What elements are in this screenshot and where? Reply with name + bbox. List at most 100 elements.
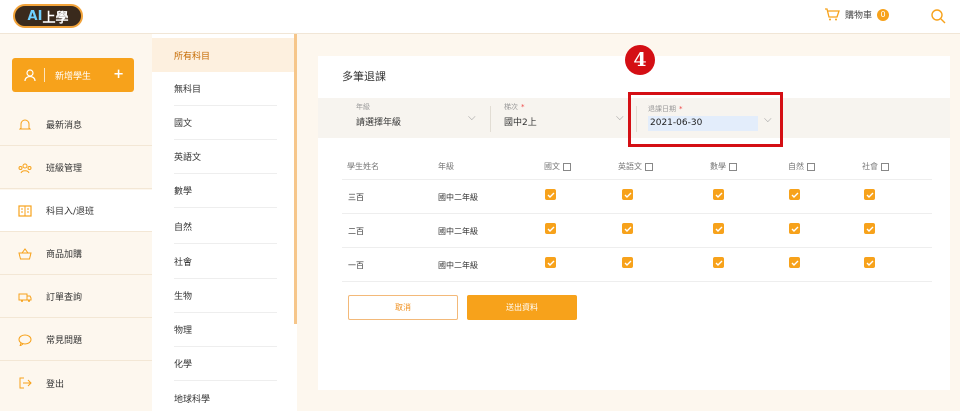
subject-item[interactable]: 社會 [174,245,277,279]
subject-item[interactable]: 數學 [174,174,277,208]
select-all-checkbox[interactable] [563,162,571,171]
logo-ai-text: AI [27,8,43,24]
sidebar-item-label: 常見問題 [46,336,83,346]
chevron-down-icon: ⌵ [616,112,624,123]
highlight-box [628,92,783,147]
table-header: 學生姓名 年級 國文 英語文 數學 自然 社會 [342,154,932,180]
student-grade: 國中二年級 [438,227,478,236]
plus-icon: + [113,67,124,82]
add-student-label: 新增學生 [55,71,92,82]
cart-label: 購物車 [845,11,873,21]
chat-icon [18,333,32,347]
column-header: 學生姓名 [347,162,379,171]
column-header-chinese[interactable]: 國文 [544,161,571,172]
student-name: 二百 [348,227,364,236]
cancel-button[interactable]: 取消 [348,295,458,320]
subject-item[interactable]: 化學 [174,347,277,381]
table-row: 三百 國中二年級 [342,180,932,214]
subject-item[interactable]: 自然 [174,210,277,244]
cart-icon [825,8,840,21]
search-icon [931,9,946,24]
checkbox-checked[interactable] [864,257,875,268]
bell-icon [18,118,32,132]
search-button[interactable] [930,8,946,24]
checkbox-checked[interactable] [713,223,724,234]
sidebar-item-label: 商品加購 [46,250,83,260]
sidebar-item-label: 登出 [46,379,65,390]
page-title: 多筆退課 [342,70,386,83]
chevron-down-icon: ⌵ [468,112,476,123]
subject-item[interactable]: 生物 [174,279,277,313]
divider [44,68,45,82]
subject-item[interactable]: 物理 [174,313,277,347]
checkbox-checked[interactable] [622,257,633,268]
sidebar-item-news[interactable]: 最新消息 [0,104,152,146]
session-select[interactable]: 梯次 * 國中2上 ⌵ [504,102,628,134]
truck-icon [18,290,32,304]
subject-item[interactable]: 國文 [174,106,277,140]
subject-item[interactable]: 無科目 [174,72,277,106]
step-number-badge: 4 [625,45,655,75]
sidebar-item-faq[interactable]: 常見問題 [0,319,152,361]
basket-icon [18,247,32,261]
grade-label: 年級 [356,103,370,111]
subject-item[interactable]: 地球科學 [174,381,277,411]
sidebar-item-logout[interactable]: 登出 [0,362,152,404]
checkbox-checked[interactable] [545,257,556,268]
column-header-math[interactable]: 數學 [710,161,737,172]
top-header: AI 上學 購物車 0 [0,0,960,34]
session-label: 梯次 * [504,103,525,111]
checkbox-checked[interactable] [789,257,800,268]
subject-item-all[interactable]: 所有科目 [152,38,294,72]
grade-value: 請選擇年級 [356,118,402,128]
logo[interactable]: AI 上學 [13,4,83,28]
sidebar-item-label: 科目入/退班 [46,207,95,217]
submit-button[interactable]: 送出資料 [467,295,577,320]
sidebar-item-orders[interactable]: 訂單查詢 [0,276,152,318]
subject-list-scrollbar[interactable] [294,34,297,324]
class-icon [18,161,32,175]
subject-item[interactable]: 英語文 [174,140,277,174]
grade-select[interactable]: 年級 請選擇年級 ⌵ [356,102,480,134]
sidebar-item-shop[interactable]: 商品加購 [0,233,152,275]
checkbox-checked[interactable] [622,223,633,234]
checkbox-checked[interactable] [545,223,556,234]
sidebar-item-subjects[interactable]: 科目入/退班 [0,190,152,232]
user-icon [24,68,36,81]
logo-text: 上學 [42,10,69,26]
table-row: 二百 國中二年級 [342,214,932,248]
divider [490,106,491,132]
checkbox-checked[interactable] [789,223,800,234]
checkbox-checked[interactable] [713,189,724,200]
column-header: 年級 [438,162,454,171]
sidebar-item-class[interactable]: 班級管理 [0,147,152,189]
cart-count-badge: 0 [877,8,890,21]
cart-button[interactable]: 購物車 0 [824,8,890,21]
checkbox-checked[interactable] [713,257,724,268]
subject-list: 所有科目 無科目 國文 英語文 數學 自然 社會 生物 物理 化學 地球科學 [152,34,297,411]
logout-icon [18,376,32,390]
column-header-english[interactable]: 英語文 [618,161,653,172]
checkbox-checked[interactable] [622,189,633,200]
column-header-social[interactable]: 社會 [862,161,889,172]
student-grade: 國中二年級 [438,193,478,202]
student-grade: 國中二年級 [438,261,478,270]
sidebar-item-label: 訂單查詢 [46,293,83,303]
checkbox-checked[interactable] [864,223,875,234]
checkbox-checked[interactable] [864,189,875,200]
book-icon [18,204,32,218]
select-all-checkbox[interactable] [645,162,653,171]
sidebar-item-label: 最新消息 [46,121,83,131]
sidebar-item-label: 班級管理 [46,164,83,174]
column-header-science[interactable]: 自然 [788,161,815,172]
student-name: 一百 [348,261,364,270]
select-all-checkbox[interactable] [729,162,737,171]
student-name: 三百 [348,193,364,202]
select-all-checkbox[interactable] [881,162,889,171]
checkbox-checked[interactable] [789,189,800,200]
checkbox-checked[interactable] [545,189,556,200]
session-value: 國中2上 [504,118,537,128]
left-sidebar: 新增學生 + 最新消息 班級管理 科目入/退班 商品加購 訂單查詢 常見問題 登… [0,34,152,411]
add-student-button[interactable]: 新增學生 + [12,58,134,92]
select-all-checkbox[interactable] [807,162,815,171]
